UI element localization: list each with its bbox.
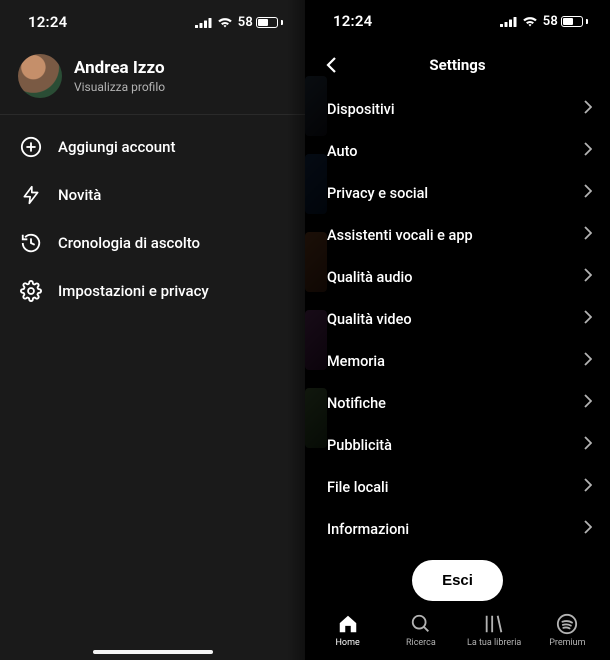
- search-icon: [410, 613, 432, 635]
- status-indicators: 58: [195, 15, 283, 30]
- menu-item-add-account[interactable]: Aggiungi account: [0, 123, 305, 171]
- logout-container: Esci: [305, 550, 610, 607]
- profile-name: Andrea Izzo: [74, 58, 165, 78]
- spotify-icon: [556, 613, 578, 635]
- settings-row-about[interactable]: Informazioni: [305, 508, 610, 550]
- tab-library[interactable]: La tua libreria: [458, 613, 531, 648]
- settings-list: Dispositivi Auto Privacy e social Assist…: [305, 88, 610, 550]
- menu-item-label: Novità: [58, 186, 101, 204]
- settings-row-label: Privacy e social: [327, 185, 428, 202]
- settings-row-label: Pubblicità: [327, 437, 392, 454]
- tab-label: Home: [336, 638, 360, 648]
- tab-premium[interactable]: Premium: [531, 613, 604, 648]
- settings-row-label: Informazioni: [327, 521, 409, 538]
- bolt-icon: [20, 184, 42, 206]
- drawer-menu: Aggiungi account Novità Cronologia di as…: [0, 115, 305, 323]
- tab-label: La tua libreria: [467, 638, 521, 648]
- settings-row-label: Qualità audio: [327, 269, 413, 286]
- library-icon: [483, 613, 505, 635]
- tab-home[interactable]: Home: [311, 613, 384, 648]
- chevron-right-icon: [584, 184, 592, 202]
- battery-indicator: 58: [238, 15, 283, 30]
- status-indicators: 58: [500, 14, 588, 29]
- avatar: [18, 54, 62, 98]
- page-title: Settings: [429, 56, 485, 74]
- settings-row-notifications[interactable]: Notifiche: [305, 382, 610, 424]
- drawer-shadow: [287, 0, 305, 660]
- chevron-right-icon: [584, 100, 592, 118]
- menu-item-label: Aggiungi account: [58, 138, 175, 156]
- tab-bar: Home Ricerca La tua libreria Premium: [305, 607, 610, 660]
- wifi-icon: [522, 16, 538, 27]
- profile-header[interactable]: Andrea Izzo Visualizza profilo: [0, 44, 305, 114]
- chevron-right-icon: [584, 352, 592, 370]
- settings-row-auto[interactable]: Auto: [305, 130, 610, 172]
- settings-row-devices[interactable]: Dispositivi: [305, 88, 610, 130]
- battery-level-text: 58: [238, 15, 253, 30]
- tab-search[interactable]: Ricerca: [384, 613, 457, 648]
- settings-screen: 12:24 58 Settings Dispositivi Auto Priva…: [305, 0, 610, 660]
- profile-subtitle: Visualizza profilo: [74, 80, 165, 94]
- settings-row-label: Memoria: [327, 353, 385, 370]
- chevron-right-icon: [584, 310, 592, 328]
- account-drawer-screen: 12:24 58 Andrea Izzo Visualizza profilo: [0, 0, 305, 660]
- settings-row-audio-quality[interactable]: Qualità audio: [305, 256, 610, 298]
- settings-row-label: Notifiche: [327, 395, 386, 412]
- settings-row-label: Assistenti vocali e app: [327, 227, 473, 244]
- plus-circle-icon: [20, 136, 42, 158]
- tab-label: Premium: [549, 638, 585, 648]
- settings-row-voice-apps[interactable]: Assistenti vocali e app: [305, 214, 610, 256]
- cellular-signal-icon: [195, 17, 212, 28]
- home-indicator[interactable]: [93, 650, 213, 654]
- chevron-right-icon: [584, 436, 592, 454]
- settings-row-label: File locali: [327, 479, 388, 496]
- settings-row-label: Qualità video: [327, 311, 412, 328]
- settings-row-video-quality[interactable]: Qualità video: [305, 298, 610, 340]
- chevron-right-icon: [584, 478, 592, 496]
- settings-row-privacy-social[interactable]: Privacy e social: [305, 172, 610, 214]
- history-icon: [20, 232, 42, 254]
- menu-item-label: Impostazioni e privacy: [58, 282, 209, 300]
- menu-item-whats-new[interactable]: Novità: [0, 171, 305, 219]
- status-time: 12:24: [28, 13, 67, 31]
- gear-icon: [20, 280, 42, 302]
- chevron-right-icon: [584, 394, 592, 412]
- cellular-signal-icon: [500, 16, 517, 27]
- profile-text: Andrea Izzo Visualizza profilo: [74, 58, 165, 94]
- settings-row-advertising[interactable]: Pubblicità: [305, 424, 610, 466]
- settings-row-local-files[interactable]: File locali: [305, 466, 610, 508]
- chevron-right-icon: [584, 142, 592, 160]
- chevron-right-icon: [584, 520, 592, 538]
- wifi-icon: [217, 17, 233, 28]
- tab-label: Ricerca: [406, 638, 436, 648]
- logout-button[interactable]: Esci: [412, 560, 503, 601]
- settings-row-label: Dispositivi: [327, 101, 395, 118]
- battery-indicator: 58: [543, 14, 588, 29]
- menu-item-listening-history[interactable]: Cronologia di ascolto: [0, 219, 305, 267]
- home-icon: [337, 613, 359, 635]
- settings-row-label: Auto: [327, 143, 358, 160]
- battery-level-text: 58: [543, 14, 558, 29]
- status-bar: 12:24 58: [305, 0, 610, 42]
- chevron-right-icon: [584, 268, 592, 286]
- settings-header: Settings: [305, 42, 610, 88]
- status-time: 12:24: [333, 12, 372, 30]
- menu-item-label: Cronologia di ascolto: [58, 234, 200, 252]
- chevron-right-icon: [584, 226, 592, 244]
- back-button[interactable]: [319, 42, 343, 88]
- settings-row-storage[interactable]: Memoria: [305, 340, 610, 382]
- status-bar: 12:24 58: [0, 0, 305, 44]
- menu-item-settings-privacy[interactable]: Impostazioni e privacy: [0, 267, 305, 315]
